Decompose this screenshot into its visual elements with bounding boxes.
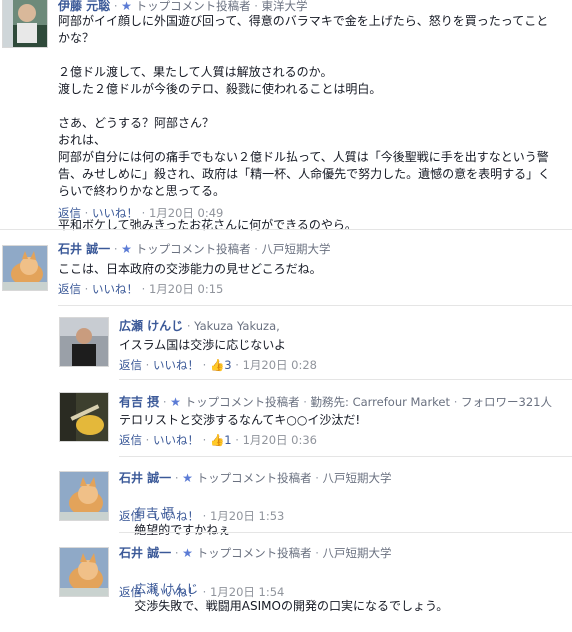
reply-link[interactable]: 返信 (119, 433, 142, 447)
separator: · (202, 358, 207, 372)
comment-text: 絶望的ですかねぇ (134, 523, 231, 537)
separator: · (145, 509, 150, 523)
like-link[interactable]: いいね！ (92, 206, 138, 220)
star-icon: ★ (182, 546, 193, 560)
cat-photo (3, 246, 47, 290)
avatar[interactable] (2, 245, 48, 291)
thumbs-up-icon[interactable]: 👍 (210, 433, 224, 447)
separator: · (186, 319, 191, 333)
reply-link[interactable]: 返信 (119, 585, 142, 599)
avatar[interactable] (59, 471, 109, 521)
separator: · (254, 0, 258, 13)
badge: トップコメント投稿者 (135, 0, 251, 13)
author-name[interactable]: 石井 誠一 (119, 471, 171, 485)
divider (119, 532, 572, 533)
separator: · (162, 395, 167, 409)
thumbs-up-icon[interactable]: 👍 (210, 358, 224, 372)
reply-link[interactable]: 返信 (58, 206, 81, 220)
affiliation: 八戸短期大学 (322, 546, 392, 560)
reply-link[interactable]: 返信 (58, 282, 81, 296)
separator: · (174, 546, 179, 560)
author-name[interactable]: 伊藤 元聡 (58, 0, 110, 13)
star-icon: ★ (170, 395, 181, 409)
comment-text: 交渉失敗で、戦闘用ASIMOの開発の口実になるでしょう。 (134, 599, 449, 613)
reply-link[interactable]: 返信 (119, 358, 142, 372)
separator: · (315, 546, 319, 560)
author-name[interactable]: 石井 誠一 (58, 242, 110, 256)
like-link[interactable]: いいね！ (92, 282, 138, 296)
comment-body: テロリストと交渉するなんてキ○○イ沙汰だ! (119, 413, 361, 427)
separator: · (141, 282, 146, 296)
separator: · (145, 433, 150, 447)
separator: · (315, 471, 319, 485)
separator: · (202, 585, 207, 599)
divider (119, 456, 572, 457)
cat-photo (60, 472, 108, 520)
timestamp[interactable]: 1月20日 0:36 (243, 433, 317, 447)
separator: · (202, 433, 207, 447)
author-name[interactable]: 石井 誠一 (119, 546, 171, 560)
comment-body: イスラム国は交渉に応じないよ (119, 338, 287, 352)
timestamp[interactable]: 1月20日 0:15 (149, 282, 223, 296)
badge: トップコメント投稿者 (196, 471, 312, 485)
affiliation: 八戸短期大学 (261, 242, 331, 256)
badge: トップコメント投稿者 (135, 242, 251, 256)
separator: · (235, 358, 239, 372)
avatar[interactable] (59, 392, 109, 442)
person-photo (60, 318, 108, 366)
affiliation: 東洋大学 (261, 0, 308, 13)
separator: · (145, 358, 150, 372)
separator: · (113, 0, 118, 13)
separator: · (145, 585, 150, 599)
divider (58, 305, 572, 306)
separator: · (303, 395, 307, 409)
badge: トップコメント投稿者 (196, 546, 312, 560)
likes-count[interactable]: 1 (224, 433, 231, 447)
avatar[interactable] (59, 317, 109, 367)
divider (0, 229, 572, 230)
affiliation: 八戸短期大学 (322, 471, 392, 485)
badge: トップコメント投稿者 (184, 395, 300, 409)
separator: · (113, 242, 118, 256)
timestamp[interactable]: 1月20日 0:49 (149, 206, 223, 220)
comment-body: ここは、日本政府の交渉能力の見せどころだね。 (58, 262, 322, 276)
star-icon: ★ (121, 242, 132, 256)
separator: · (202, 509, 207, 523)
avatar-photo (3, 0, 47, 47)
author-name[interactable]: 広瀬 けんじ (119, 319, 183, 333)
guitar-photo (60, 393, 108, 441)
timestamp[interactable]: 1月20日 1:53 (210, 509, 284, 523)
divider (119, 379, 572, 380)
separator: · (84, 282, 89, 296)
avatar[interactable] (2, 0, 48, 48)
comment-body: 阿部がイイ顔しに外国遊び回って、得意のバラマキで金を上げたら、怒りを買ったってこ… (58, 14, 551, 232)
author-name[interactable]: 有吉 摂 (119, 395, 159, 409)
separator: · (254, 242, 258, 256)
reply-link[interactable]: 返信 (119, 509, 142, 523)
avatar[interactable] (59, 547, 109, 597)
affiliation: 勤務先: Carrefour Market (310, 395, 451, 409)
likes-count[interactable]: 3 (224, 358, 231, 372)
like-link[interactable]: いいね！ (153, 433, 199, 447)
like-link[interactable]: いいね！ (153, 585, 199, 599)
star-icon: ★ (182, 471, 193, 485)
separator: · (141, 206, 146, 220)
affiliation: Yakuza Yakuza, (194, 319, 280, 333)
separator: · (174, 471, 179, 485)
followers[interactable]: フォロワー321人 (461, 395, 552, 409)
star-icon: ★ (121, 0, 132, 13)
cat-photo (60, 548, 108, 596)
separator: · (453, 395, 458, 409)
like-link[interactable]: いいね！ (153, 358, 199, 372)
timestamp[interactable]: 1月20日 1:54 (210, 585, 284, 599)
like-link[interactable]: いいね！ (153, 509, 199, 523)
timestamp[interactable]: 1月20日 0:28 (243, 358, 317, 372)
separator: · (84, 206, 89, 220)
separator: · (235, 433, 239, 447)
